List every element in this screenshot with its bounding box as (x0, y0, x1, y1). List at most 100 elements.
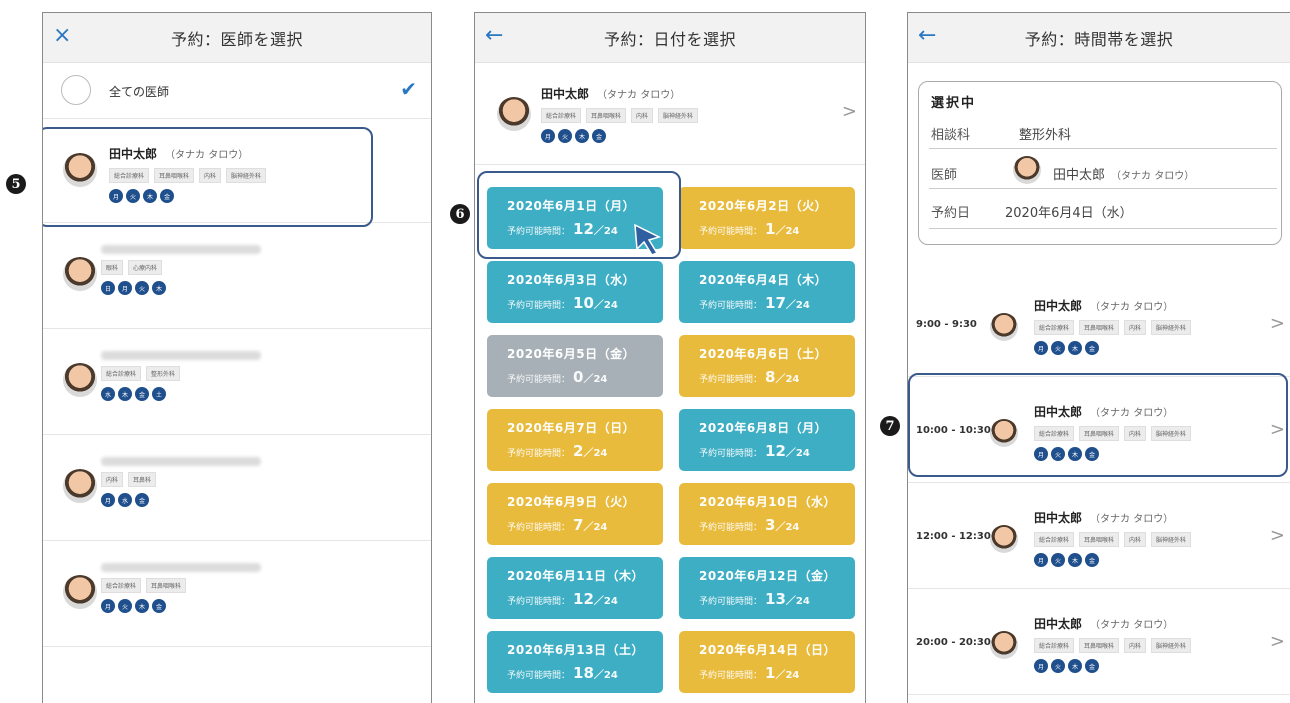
availability-label: 予約可能時間： (699, 301, 763, 311)
availability-label: 予約可能時間： (699, 227, 763, 237)
avatar (990, 313, 1018, 341)
availability-count: 3 (765, 516, 776, 534)
date-card[interactable]: 2020年6月4日（木） 予約可能時間： 17／24 (679, 261, 855, 323)
dept-tag: 整形外科 (146, 366, 181, 381)
cursor-arrow-icon (634, 223, 662, 256)
weekday-badge: 火 (1051, 341, 1065, 355)
availability-total: ／24 (583, 374, 608, 385)
date-card[interactable]: 2020年6月7日（日） 予約可能時間： 2／24 (487, 409, 663, 471)
dept-tag: 内科 (631, 108, 654, 123)
header: ← 予約：時間帯を選択 (908, 13, 1290, 63)
doctor-row[interactable]: 総合診療科 整形外科水木金土 (43, 329, 431, 435)
doctor-name: 田中太郎 (1034, 511, 1083, 525)
back-arrow-icon[interactable]: ← (918, 23, 936, 49)
blurred-email (101, 457, 261, 466)
slot-time: 20:00 - 20:30 (916, 637, 991, 648)
availability-text: 予約可能時間： 18／24 (507, 664, 663, 682)
date-label: 2020年6月7日（日） (507, 421, 636, 435)
dept-tag: 総合診療科 (101, 366, 142, 381)
doctor-name: 田中太郎 (1034, 299, 1083, 313)
time-slot-row[interactable]: 12:00 - 12:30 田中太郎 （タナカ タロウ） 総合診療科 耳鼻咽喉科 内科 脳神… (908, 483, 1290, 589)
availability-label: 予約可能時間： (699, 449, 763, 459)
doctor-name: 田中太郎 (1034, 617, 1083, 631)
date-card[interactable]: 2020年6月3日（水） 予約可能時間： 10／24 (487, 261, 663, 323)
time-slot-row[interactable]: 9:00 - 9:30 田中太郎 （タナカ タロウ） 総合診療科 耳鼻咽喉科 内科 脳神経外… (908, 271, 1290, 377)
time-slot-row[interactable]: 20:00 - 20:30 田中太郎 （タナカ タロウ） 総合診療科 耳鼻咽喉科 内科 脳神… (908, 589, 1290, 695)
availability-total: ／24 (785, 300, 810, 311)
availability-text: 予約可能時間： 8／24 (699, 368, 855, 386)
check-icon: ✔ (400, 77, 417, 101)
avatar (1013, 156, 1041, 184)
date-card[interactable]: 2020年6月14日（日） 予約可能時間： 1／24 (679, 631, 855, 693)
date-card[interactable]: 2020年6月5日（金） 予約可能時間： 0／24 (487, 335, 663, 397)
date-card[interactable]: 2020年6月13日（土） 予約可能時間： 18／24 (487, 631, 663, 693)
doctor-label: 医師 (931, 168, 958, 183)
doctor-row[interactable]: 眼科 心療内科日月火木 (43, 223, 431, 329)
weekday-badges: 月火木金 (541, 129, 698, 143)
all-doctors-row[interactable]: 全ての医師 ✔ (43, 63, 431, 119)
availability-count: 17 (765, 294, 786, 312)
availability-label: 予約可能時間： (699, 375, 763, 385)
weekday-badges: 月火木金 (1034, 659, 1191, 673)
weekday-badge: 月 (101, 599, 115, 613)
dept-tags: 総合診療科 耳鼻咽喉科 内科 脳神経外科 (1034, 320, 1192, 335)
doctor-kana: （タナカ タロウ） (1090, 514, 1174, 525)
weekday-badge: 金 (1085, 659, 1099, 673)
date-card[interactable]: 2020年6月10日（水） 予約可能時間： 3／24 (679, 483, 855, 545)
dept-tag: 総合診療科 (1034, 532, 1075, 547)
dept-tag: 脳神経外科 (1151, 532, 1192, 547)
step-marker-6: 6 (450, 204, 470, 224)
chevron-right-icon: > (1269, 631, 1285, 652)
availability-label: 予約可能時間： (699, 671, 763, 681)
availability-total: ／24 (583, 522, 608, 533)
close-icon[interactable]: × (53, 23, 71, 49)
date-card[interactable]: 2020年6月12日（金） 予約可能時間： 13／24 (679, 557, 855, 619)
chevron-right-icon: > (1269, 525, 1285, 546)
dept-tags: 眼科 心療内科 (101, 260, 261, 275)
availability-total: ／24 (593, 670, 618, 681)
availability-count: 12 (573, 590, 594, 608)
availability-text: 予約可能時間： 13／24 (699, 590, 855, 608)
dept-tags: 総合診療科 整形外科 (101, 366, 261, 381)
weekday-badge: 火 (558, 129, 572, 143)
blurred-email (101, 351, 261, 360)
avatar (990, 631, 1018, 659)
date-label: 2020年6月14日（日） (699, 643, 836, 657)
doctor-row[interactable]: 総合診療科 耳鼻咽喉科月火木金 (43, 541, 431, 647)
weekday-badges: 月火木金 (101, 599, 261, 613)
avatar (497, 97, 531, 131)
availability-total: ／24 (785, 596, 810, 607)
selected-doctor-row[interactable]: 田中太郎 （タナカ タロウ） 総合診療科 耳鼻咽喉科 内科 脳神経外科 月火木金 > (475, 63, 865, 165)
page-title: 予約：医師を選択 (170, 29, 303, 49)
dept-tag: 内科 (101, 472, 124, 487)
chevron-right-icon: > (1269, 313, 1285, 334)
dept-value: 整形外科 (1019, 128, 1072, 143)
doctor-row[interactable]: 内科 耳鼻科月水金 (43, 435, 431, 541)
availability-total: ／24 (775, 374, 800, 385)
date-card[interactable]: 2020年6月2日（火） 予約可能時間： 1／24 (679, 187, 855, 249)
dept-tag: 耳鼻咽喉科 (586, 108, 627, 123)
availability-count: 18 (573, 664, 594, 682)
date-card[interactable]: 2020年6月9日（火） 予約可能時間： 7／24 (487, 483, 663, 545)
dept-tag: 脳神経外科 (1151, 638, 1192, 653)
weekday-badge: 金 (1085, 341, 1099, 355)
weekday-badge: 木 (1068, 659, 1082, 673)
date-card[interactable]: 2020年6月6日（土） 予約可能時間： 8／24 (679, 335, 855, 397)
availability-text: 予約可能時間： 1／24 (699, 220, 855, 238)
date-card[interactable]: 2020年6月8日（月） 予約可能時間： 12／24 (679, 409, 855, 471)
back-arrow-icon[interactable]: ← (485, 23, 503, 49)
availability-text: 予約可能時間： 2／24 (507, 442, 663, 460)
weekday-badge: 金 (592, 129, 606, 143)
dept-tag: 眼科 (101, 260, 124, 275)
weekday-badge: 月 (541, 129, 555, 143)
date-card[interactable]: 2020年6月11日（木） 予約可能時間： 12／24 (487, 557, 663, 619)
date-label: 2020年6月3日（水） (507, 273, 636, 287)
dept-tag: 心療内科 (128, 260, 163, 275)
dept-tags: 総合診療科 耳鼻咽喉科 内科 脳神経外科 (1034, 532, 1192, 547)
availability-total: ／24 (583, 448, 608, 459)
availability-count: 7 (573, 516, 584, 534)
dept-tags: 総合診療科 耳鼻咽喉科 (101, 578, 261, 593)
weekday-badge: 日 (101, 281, 115, 295)
availability-count: 1 (765, 220, 776, 238)
availability-label: 予約可能時間： (507, 375, 571, 385)
